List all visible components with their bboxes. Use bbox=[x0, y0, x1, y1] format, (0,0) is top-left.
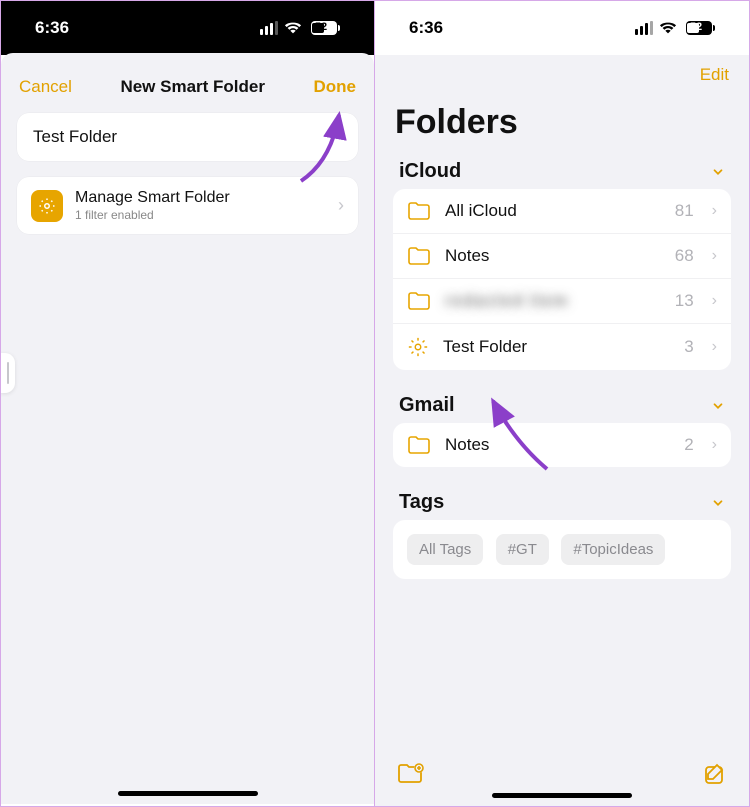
home-indicator[interactable] bbox=[492, 793, 632, 798]
manage-title: Manage Smart Folder bbox=[75, 189, 326, 207]
chevron-down-icon bbox=[711, 165, 725, 179]
status-time: 6:36 bbox=[409, 18, 443, 38]
row-count: 81 bbox=[675, 201, 694, 221]
section-title: Gmail bbox=[399, 394, 455, 417]
chevron-right-icon: › bbox=[712, 247, 717, 265]
section-header-icloud[interactable]: iCloud bbox=[375, 160, 749, 189]
status-icons: 52 bbox=[635, 20, 715, 36]
edit-button[interactable]: Edit bbox=[700, 65, 729, 85]
tag-pill[interactable]: #TopicIdeas bbox=[561, 534, 665, 565]
cellular-signal-icon bbox=[260, 21, 278, 35]
row-label: redacted item bbox=[445, 291, 661, 311]
row-count: 2 bbox=[684, 435, 693, 455]
new-folder-icon[interactable] bbox=[397, 762, 425, 786]
status-bar: 6:36 52 bbox=[375, 1, 749, 55]
chevron-down-icon bbox=[711, 496, 725, 510]
cancel-button[interactable]: Cancel bbox=[19, 77, 72, 97]
gear-icon bbox=[31, 190, 63, 222]
chevron-right-icon: › bbox=[712, 202, 717, 220]
section-header-tags[interactable]: Tags bbox=[375, 491, 749, 520]
side-peek bbox=[1, 353, 15, 393]
compose-icon[interactable] bbox=[703, 762, 727, 786]
folder-icon bbox=[407, 201, 431, 221]
done-button[interactable]: Done bbox=[314, 77, 357, 97]
chevron-right-icon: › bbox=[712, 338, 717, 356]
row-count: 3 bbox=[684, 337, 693, 357]
manage-card: Manage Smart Folder 1 filter enabled › bbox=[17, 177, 358, 234]
row-label: Test Folder bbox=[443, 337, 670, 357]
folder-row-notes[interactable]: Notes 68 › bbox=[393, 234, 731, 279]
row-label: Notes bbox=[445, 246, 661, 266]
chevron-right-icon: › bbox=[338, 195, 344, 216]
status-time: 6:36 bbox=[35, 18, 69, 38]
manage-subtitle: 1 filter enabled bbox=[75, 208, 326, 222]
folder-row-gmail-notes[interactable]: Notes 2 › bbox=[393, 423, 731, 467]
tags-list: All Tags #GT #TopicIdeas bbox=[393, 520, 731, 579]
folder-icon bbox=[407, 291, 431, 311]
status-icons: 52 bbox=[260, 20, 340, 36]
sheet-grabber[interactable] bbox=[1, 53, 374, 65]
folder-icon bbox=[407, 246, 431, 266]
section-header-gmail[interactable]: Gmail bbox=[375, 394, 749, 423]
battery-icon: 52 bbox=[683, 20, 715, 36]
row-label: All iCloud bbox=[445, 201, 661, 221]
folder-row-test-folder[interactable]: Test Folder 3 › bbox=[393, 324, 731, 370]
home-indicator[interactable] bbox=[118, 791, 258, 796]
page-title: Folders bbox=[375, 95, 749, 160]
wifi-icon bbox=[659, 21, 677, 35]
row-label: Notes bbox=[445, 435, 670, 455]
manage-smart-folder-row[interactable]: Manage Smart Folder 1 filter enabled › bbox=[17, 177, 358, 234]
tag-pill[interactable]: #GT bbox=[496, 534, 549, 565]
folder-row-all-icloud[interactable]: All iCloud 81 › bbox=[393, 189, 731, 234]
section-title: iCloud bbox=[399, 160, 461, 183]
gmail-list: Notes 2 › bbox=[393, 423, 731, 467]
section-title: Tags bbox=[399, 491, 444, 514]
row-count: 13 bbox=[675, 291, 694, 311]
folder-row-redacted[interactable]: redacted item 13 › bbox=[393, 279, 731, 324]
icloud-list: All iCloud 81 › Notes 68 › redacted item… bbox=[393, 189, 731, 370]
chevron-right-icon: › bbox=[712, 292, 717, 310]
cellular-signal-icon bbox=[635, 21, 653, 35]
chevron-down-icon bbox=[711, 399, 725, 413]
battery-icon: 52 bbox=[308, 20, 340, 36]
chevron-right-icon: › bbox=[712, 436, 717, 454]
tag-pill[interactable]: All Tags bbox=[407, 534, 483, 565]
row-count: 68 bbox=[675, 246, 694, 266]
smart-folder-gear-icon bbox=[407, 336, 429, 358]
folder-name-input[interactable]: Test Folder bbox=[17, 113, 358, 161]
sheet-header: Cancel New Smart Folder Done bbox=[1, 65, 374, 113]
wifi-icon bbox=[284, 21, 302, 35]
folder-icon bbox=[407, 435, 431, 455]
status-bar: 6:36 52 bbox=[1, 1, 374, 55]
bottom-toolbar bbox=[375, 756, 749, 806]
folder-name-card: Test Folder bbox=[17, 113, 358, 161]
sheet-title: New Smart Folder bbox=[120, 77, 265, 97]
